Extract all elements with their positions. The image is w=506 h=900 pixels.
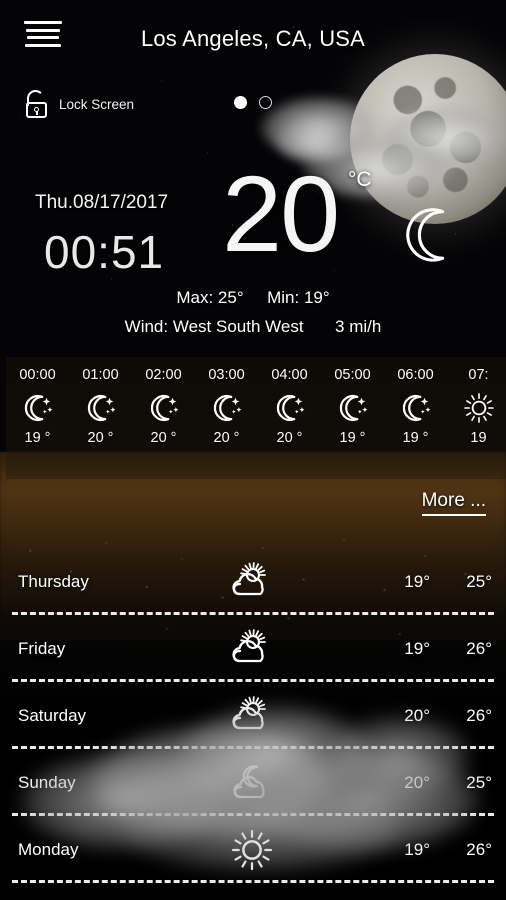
max-label: Max: <box>176 288 214 307</box>
page-title: Los Angeles, CA, USA <box>140 26 366 51</box>
wind-label: Wind: <box>124 317 169 336</box>
current-temperature: 20 <box>222 153 340 274</box>
min-value: 19° <box>303 288 330 307</box>
day-name: Friday <box>18 638 66 658</box>
moon-stars-icon <box>147 391 181 425</box>
hourly-temperature: 19 <box>470 430 487 446</box>
moon-stars-icon <box>273 391 307 425</box>
max-value: 25° <box>217 288 244 307</box>
day-low-temperature: 19° <box>404 571 430 591</box>
hourly-item[interactable]: 06:00 19 ° <box>384 357 447 479</box>
crescent-moon-icon <box>400 202 462 264</box>
hourly-time: 01:00 <box>82 367 119 383</box>
hourly-temperature: 20 ° <box>213 430 240 446</box>
moon-stars-icon <box>399 391 433 425</box>
sun-icon <box>462 391 496 425</box>
current-time: 00:51 <box>44 226 165 278</box>
hourly-temperature: 20 ° <box>276 430 303 446</box>
hourly-temperature: 19 ° <box>339 430 366 446</box>
hourly-item[interactable]: 02:00 20 ° <box>132 357 195 479</box>
page-indicator <box>0 96 506 109</box>
wind-speed: 3 mi/h <box>335 317 382 336</box>
hourly-item[interactable]: 07: 19 <box>447 357 506 479</box>
page-dot-1[interactable] <box>234 96 247 109</box>
sun-behind-cloud-icon <box>226 559 278 605</box>
hourly-item[interactable]: 03:00 20 ° <box>195 357 258 479</box>
hourly-item[interactable]: 04:00 20 ° <box>258 357 321 479</box>
sun-behind-cloud-icon <box>226 626 278 672</box>
day-name: Thursday <box>18 571 89 591</box>
current-date: Thu.08/17/2017 <box>35 192 169 213</box>
moon-stars-icon <box>21 391 55 425</box>
app-header: Los Angeles, CA, USA <box>0 0 506 66</box>
hourly-time: 04:00 <box>271 367 308 383</box>
daily-forecast-row[interactable]: Thursday 19° 25° <box>0 548 506 615</box>
page-dot-2[interactable] <box>259 96 272 109</box>
moon-stars-icon <box>84 391 118 425</box>
current-conditions: Thu.08/17/2017 00:51 20 °C Max: 25° Min:… <box>0 150 506 350</box>
more-link[interactable]: More ... <box>421 490 486 516</box>
hourly-time: 07: <box>468 367 489 383</box>
moon-stars-icon <box>336 391 370 425</box>
day-high-temperature: 26° <box>466 638 492 658</box>
daily-forecast-row[interactable]: Friday 19° 26° <box>0 615 506 682</box>
hourly-item[interactable]: 00:00 19 ° <box>6 357 69 479</box>
wind-row: Wind: West South West 3 mi/h <box>0 317 506 337</box>
day-low-temperature: 19° <box>404 638 430 658</box>
hourly-temperature: 19 ° <box>24 430 51 446</box>
hourly-time: 00:00 <box>19 367 56 383</box>
wind-direction: West South West <box>172 317 304 336</box>
hourly-temperature: 20 ° <box>87 430 114 446</box>
foreground-cloud-overlay <box>0 700 506 900</box>
hourly-item[interactable]: 05:00 19 ° <box>321 357 384 479</box>
hourly-time: 03:00 <box>208 367 245 383</box>
temperature-unit: °C <box>348 168 372 191</box>
weather-app-screen: Los Angeles, CA, USA Lock Screen Thu.08/… <box>0 0 506 900</box>
hourly-forecast-strip[interactable]: 00:00 19 ° 01:00 20 ° 02:00 20 ° 03:00 20 ° 04:0… <box>6 357 506 479</box>
hourly-time: 02:00 <box>145 367 182 383</box>
hourly-temperature: 20 ° <box>150 430 177 446</box>
min-label: Min: <box>267 288 300 307</box>
hourly-temperature: 19 ° <box>402 430 429 446</box>
hourly-time: 05:00 <box>334 367 371 383</box>
hourly-item[interactable]: 01:00 20 ° <box>69 357 132 479</box>
day-high-temperature: 25° <box>466 571 492 591</box>
max-min-row: Max: 25° Min: 19° <box>0 288 506 308</box>
moon-stars-icon <box>210 391 244 425</box>
hourly-time: 06:00 <box>397 367 434 383</box>
